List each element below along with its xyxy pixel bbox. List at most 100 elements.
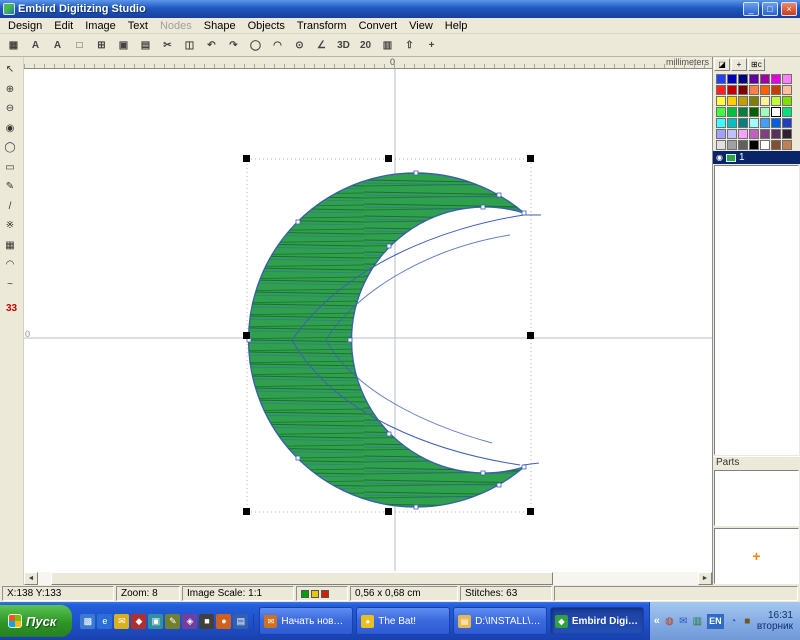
stitches-mode-icon[interactable]: ▦ bbox=[3, 36, 24, 55]
color-swatch[interactable] bbox=[760, 118, 770, 128]
start-button[interactable]: Пуск bbox=[0, 605, 72, 637]
quick-launch-icon[interactable]: ◈ bbox=[182, 614, 197, 629]
color-swatch[interactable] bbox=[727, 74, 737, 84]
color-swatch[interactable] bbox=[738, 85, 748, 95]
cut-icon[interactable]: ✂ bbox=[157, 36, 178, 55]
object-list[interactable] bbox=[714, 165, 799, 455]
language-indicator[interactable]: EN bbox=[707, 614, 724, 629]
color-swatch[interactable] bbox=[782, 129, 792, 139]
tray-icon[interactable]: ■ bbox=[741, 616, 754, 627]
rectangle-tool[interactable]: ▭ bbox=[0, 158, 20, 176]
color-swatch[interactable] bbox=[760, 129, 770, 139]
quick-launch-icon[interactable]: ▤ bbox=[233, 614, 248, 629]
tray-icon[interactable]: ◔ bbox=[727, 616, 740, 627]
scrollbar-thumb[interactable] bbox=[51, 572, 553, 585]
color-swatch[interactable] bbox=[716, 96, 726, 106]
parts-list[interactable] bbox=[714, 470, 799, 526]
menu-item[interactable]: Image bbox=[79, 19, 122, 33]
color-swatch[interactable] bbox=[738, 74, 748, 84]
quick-launch-icon[interactable]: ◆ bbox=[131, 614, 146, 629]
knife-tool[interactable]: / bbox=[0, 197, 20, 215]
pointer-tool[interactable]: ↖ bbox=[0, 61, 20, 79]
color-swatch[interactable] bbox=[749, 140, 759, 150]
color-swatch[interactable] bbox=[727, 140, 737, 150]
color-swatch[interactable] bbox=[771, 140, 781, 150]
angle-icon[interactable]: ∠ bbox=[311, 36, 332, 55]
curve-tool[interactable]: ~ bbox=[0, 275, 20, 293]
selection-handle[interactable] bbox=[243, 332, 250, 339]
quick-launch-icon[interactable]: ✉ bbox=[114, 614, 129, 629]
arc-shape-icon[interactable]: ◠ bbox=[267, 36, 288, 55]
scroll-right-button[interactable]: ► bbox=[698, 572, 712, 585]
menu-item[interactable]: Text bbox=[122, 19, 154, 33]
save-design-icon[interactable]: ▣ bbox=[113, 36, 134, 55]
redo-icon[interactable]: ↷ bbox=[223, 36, 244, 55]
menu-item[interactable]: Convert bbox=[353, 19, 404, 33]
add-icon[interactable]: + bbox=[421, 36, 442, 55]
selection-handle[interactable] bbox=[243, 155, 250, 162]
arc-tool[interactable]: ◠ bbox=[0, 256, 20, 274]
quick-launch-icon[interactable]: ▣ bbox=[148, 614, 163, 629]
selection-handle[interactable] bbox=[243, 508, 250, 515]
quick-launch-icon[interactable]: ✎ bbox=[165, 614, 180, 629]
color-swatch[interactable] bbox=[782, 96, 792, 106]
center-point-icon[interactable]: ⊙ bbox=[289, 36, 310, 55]
view-3d-button[interactable]: 3D bbox=[333, 36, 354, 55]
color-swatch[interactable] bbox=[782, 118, 792, 128]
color-swatch[interactable] bbox=[738, 140, 748, 150]
maximize-button[interactable]: □ bbox=[762, 2, 778, 16]
menu-item[interactable]: Design bbox=[2, 19, 48, 33]
color-swatch[interactable] bbox=[749, 129, 759, 139]
undo-icon[interactable]: ↶ bbox=[201, 36, 222, 55]
color-swatch[interactable] bbox=[716, 140, 726, 150]
task-button[interactable]: ✉ Начать новую тему :: В... bbox=[259, 607, 353, 635]
color-swatch[interactable] bbox=[749, 74, 759, 84]
menu-item[interactable]: View bbox=[403, 19, 439, 33]
grid-20-button[interactable]: 20 bbox=[355, 36, 376, 55]
scroll-left-button[interactable]: ◄ bbox=[24, 572, 38, 585]
print-icon[interactable]: ▤ bbox=[135, 36, 156, 55]
color-swatch[interactable] bbox=[749, 96, 759, 106]
color-swatch[interactable] bbox=[749, 118, 759, 128]
spray-tool[interactable]: ※ bbox=[0, 217, 20, 235]
close-button[interactable]: × bbox=[781, 2, 797, 16]
color-swatch[interactable] bbox=[738, 96, 748, 106]
tray-icon[interactable]: ◍ bbox=[663, 616, 676, 627]
color-swatch[interactable] bbox=[760, 85, 770, 95]
copy-icon[interactable]: ◫ bbox=[179, 36, 200, 55]
menu-item[interactable]: Transform bbox=[291, 19, 353, 33]
minimize-button[interactable]: _ bbox=[743, 2, 759, 16]
palette-style-button[interactable]: ◪ bbox=[714, 58, 730, 71]
design-canvas[interactable]: 0 bbox=[24, 69, 712, 571]
color-swatch[interactable] bbox=[771, 107, 781, 117]
menu-item[interactable]: Shape bbox=[198, 19, 242, 33]
color-swatch[interactable] bbox=[771, 85, 781, 95]
menu-item[interactable]: Help bbox=[439, 19, 474, 33]
selection-handle[interactable] bbox=[385, 508, 392, 515]
color-swatch[interactable] bbox=[749, 85, 759, 95]
color-swatch[interactable] bbox=[771, 118, 781, 128]
color-swatch[interactable] bbox=[760, 140, 770, 150]
selection-handle[interactable] bbox=[385, 155, 392, 162]
ellipse-tool[interactable]: ◯ bbox=[0, 139, 20, 157]
color-swatch[interactable] bbox=[738, 129, 748, 139]
color-swatch[interactable] bbox=[716, 85, 726, 95]
color-swatch[interactable] bbox=[771, 129, 781, 139]
tray-icon[interactable]: ✉ bbox=[677, 616, 690, 627]
visibility-eye-icon[interactable]: ◉ bbox=[716, 153, 723, 162]
small-text-tool-icon[interactable]: A bbox=[47, 36, 68, 55]
color-swatch[interactable] bbox=[782, 140, 792, 150]
color-swatch[interactable] bbox=[782, 107, 792, 117]
open-design-icon[interactable]: ⊞ bbox=[91, 36, 112, 55]
color-swatch[interactable] bbox=[727, 129, 737, 139]
color-swatch[interactable] bbox=[738, 107, 748, 117]
freehand-tool[interactable]: ✎ bbox=[0, 178, 20, 196]
color-swatch[interactable] bbox=[738, 118, 748, 128]
color-swatch[interactable] bbox=[716, 74, 726, 84]
scrollbar-track[interactable] bbox=[38, 572, 698, 585]
object-list-item[interactable]: ◉ 1 bbox=[713, 151, 800, 164]
palette-add-button[interactable]: + bbox=[731, 58, 747, 71]
task-button[interactable]: ◆ Embird Digitizing Stud... bbox=[550, 607, 644, 635]
selection-handle[interactable] bbox=[527, 332, 534, 339]
quick-launch-icon[interactable]: ● bbox=[216, 614, 231, 629]
